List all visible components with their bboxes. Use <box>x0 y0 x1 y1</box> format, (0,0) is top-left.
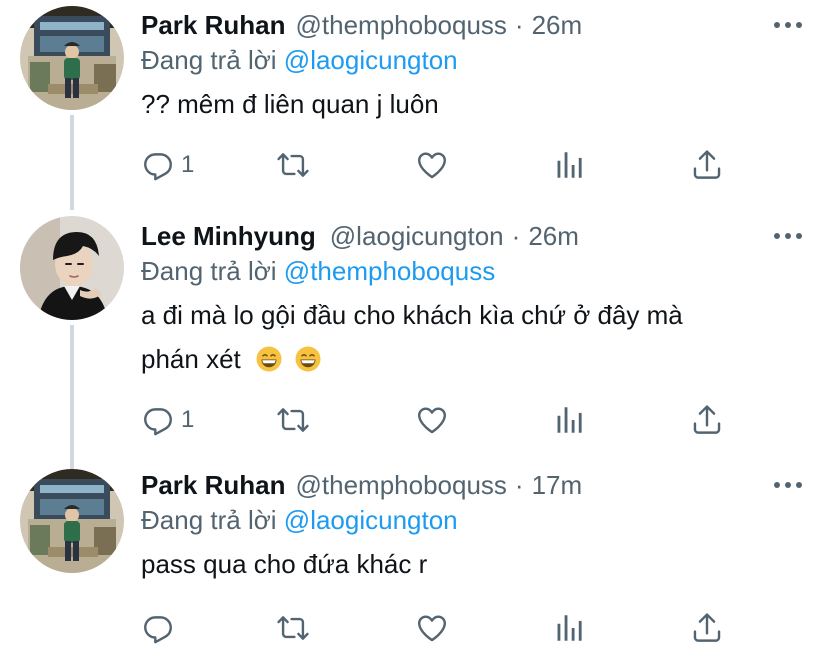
more-dot <box>796 22 802 28</box>
more-dots-icon <box>774 22 780 28</box>
tweet-text-line: phán xét <box>141 337 778 381</box>
tweet-actions: 1 <box>141 402 741 438</box>
replying-to: Đang trả lời @laogicungton <box>141 45 808 76</box>
avatar[interactable] <box>20 216 124 320</box>
mention-link[interactable]: @laogicungton <box>284 505 458 535</box>
reply-thread: Park Ruhan @themphoboquss · 26m Đang trả… <box>0 0 828 652</box>
share-button[interactable] <box>690 610 724 646</box>
reply-prefix: Đang trả lời <box>141 45 277 75</box>
bar-chart-icon <box>553 403 587 437</box>
more-dot <box>796 482 802 488</box>
avatar-image <box>20 6 124 110</box>
retweet-button[interactable] <box>276 402 310 438</box>
avatar[interactable] <box>20 469 124 573</box>
analytics-button[interactable] <box>553 147 587 183</box>
replying-to: Đang trả lời @laogicungton <box>141 505 808 536</box>
tweet-content: Park Ruhan @themphoboquss · 17m Đang trả… <box>141 468 808 586</box>
like-button[interactable] <box>415 147 449 183</box>
more-options-button[interactable] <box>768 221 808 251</box>
bar-chart-icon <box>553 611 587 645</box>
bar-chart-icon <box>553 148 587 182</box>
user-handle[interactable]: @laogicungton <box>330 221 504 252</box>
more-dot <box>785 22 791 28</box>
retweet-button[interactable] <box>276 610 310 646</box>
replying-to: Đang trả lời @themphoboquss <box>141 256 808 287</box>
retweet-button[interactable] <box>276 147 310 183</box>
separator-dot: · <box>514 9 524 40</box>
tweet-header: Park Ruhan @themphoboquss · 26m <box>141 8 808 42</box>
share-icon <box>690 148 724 182</box>
reply-count: 1 <box>181 151 195 178</box>
tweet-text: ?? mêm đ liên quan j luôn <box>141 89 439 119</box>
display-name[interactable]: Lee Minhyung <box>141 221 316 252</box>
user-handle[interactable]: @themphoboquss <box>296 470 507 501</box>
reply-button[interactable]: 1 <box>141 147 194 183</box>
reply-prefix: Đang trả lời <box>141 505 277 535</box>
separator-dot: · <box>514 469 524 500</box>
more-options-button[interactable] <box>768 10 808 40</box>
separator-dot: · <box>511 220 521 251</box>
avatar-image <box>20 469 124 573</box>
reply-count: 1 <box>181 406 195 433</box>
avatar-image <box>20 216 124 320</box>
tweet-content: Lee Minhyung @laogicungton · 26m Đang tr… <box>141 219 808 381</box>
grinning-face-emoji <box>256 346 282 372</box>
timestamp[interactable]: 26m <box>528 221 579 252</box>
tweet-header: Park Ruhan @themphoboquss · 17m <box>141 468 808 502</box>
avatar[interactable] <box>20 6 124 110</box>
reply-icon <box>141 148 175 182</box>
timestamp[interactable]: 17m <box>532 470 583 501</box>
mention-link[interactable]: @laogicungton <box>284 45 458 75</box>
more-dots-icon <box>774 233 780 239</box>
more-dots-icon <box>774 482 780 488</box>
like-button[interactable] <box>415 402 449 438</box>
reply-button[interactable]: 1 <box>141 402 194 438</box>
display-name[interactable]: Park Ruhan <box>141 470 286 501</box>
display-name[interactable]: Park Ruhan <box>141 10 286 41</box>
heart-icon <box>415 403 449 437</box>
share-icon <box>690 403 724 437</box>
share-icon <box>690 611 724 645</box>
like-button[interactable] <box>415 610 449 646</box>
tweet-item[interactable]: Lee Minhyung @laogicungton · 26m Đang tr… <box>0 205 828 460</box>
tweet-item[interactable]: Park Ruhan @themphoboquss · 26m Đang trả… <box>0 0 828 210</box>
tweet-content: Park Ruhan @themphoboquss · 26m Đang trả… <box>141 8 808 126</box>
more-dot <box>785 233 791 239</box>
analytics-button[interactable] <box>553 402 587 438</box>
retweet-icon <box>276 148 310 182</box>
analytics-button[interactable] <box>553 610 587 646</box>
retweet-icon <box>276 403 310 437</box>
tweet-text: a đi mà lo gội đầu cho khách kìa chứ ở đ… <box>141 293 808 381</box>
heart-icon <box>415 611 449 645</box>
timestamp[interactable]: 26m <box>532 10 583 41</box>
heart-icon <box>415 148 449 182</box>
reply-icon <box>141 403 175 437</box>
tweet-actions: 1 <box>141 147 741 183</box>
tweet-item[interactable]: Park Ruhan @themphoboquss · 17m Đang trả… <box>0 460 828 652</box>
tweet-text-fragment: phán xét <box>141 344 241 374</box>
more-dot <box>796 233 802 239</box>
mention-link[interactable]: @themphoboquss <box>284 256 495 286</box>
retweet-icon <box>276 611 310 645</box>
tweet-header: Lee Minhyung @laogicungton · 26m <box>141 219 808 253</box>
more-options-button[interactable] <box>768 470 808 500</box>
tweet-text-line: a đi mà lo gội đầu cho khách kìa chứ ở đ… <box>141 300 683 330</box>
user-handle[interactable]: @themphoboquss <box>296 10 507 41</box>
reply-prefix: Đang trả lời <box>141 256 277 286</box>
share-button[interactable] <box>690 147 724 183</box>
tweet-text: pass qua cho đứa khác r <box>141 549 428 579</box>
more-dot <box>785 482 791 488</box>
thread-connector-line <box>70 325 74 475</box>
reply-icon <box>141 611 175 645</box>
thread-connector-line <box>70 115 74 210</box>
tweet-actions <box>141 610 741 646</box>
share-button[interactable] <box>690 402 724 438</box>
reply-button[interactable] <box>141 610 181 646</box>
grinning-face-emoji <box>295 346 321 372</box>
